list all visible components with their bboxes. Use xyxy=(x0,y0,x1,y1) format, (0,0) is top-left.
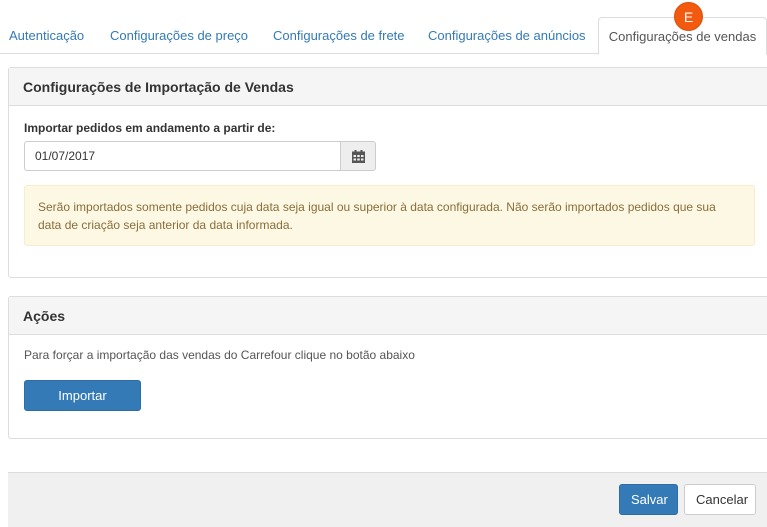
import-settings-panel: Configurações de Importação de Vendas Im… xyxy=(8,67,767,278)
date-label: Importar pedidos em andamento a partir d… xyxy=(24,121,276,135)
actions-panel: Ações Para forçar a importação das venda… xyxy=(8,296,767,439)
tab-autenticacao[interactable]: Autenticação xyxy=(9,17,84,54)
tab-configuracoes-frete[interactable]: Configurações de frete xyxy=(273,17,405,54)
import-warning-alert: Serão importados somente pedidos cuja da… xyxy=(24,185,755,246)
step-badge: E xyxy=(674,2,703,31)
import-sales-button[interactable]: Importar Vendas xyxy=(24,380,141,432)
tab-configuracoes-preco[interactable]: Configurações de preço xyxy=(110,17,248,54)
save-button[interactable]: Salvar xyxy=(619,484,678,515)
tab-configuracoes-anuncios[interactable]: Configurações de anúncios xyxy=(428,17,586,54)
import-settings-heading: Configurações de Importação de Vendas xyxy=(9,68,767,106)
calendar-icon xyxy=(352,150,365,163)
actions-description: Para forçar a importação das vendas do C… xyxy=(24,348,415,362)
calendar-button[interactable] xyxy=(340,141,376,171)
footer-bar: Salvar Cancelar xyxy=(8,472,767,527)
actions-heading: Ações xyxy=(9,297,767,335)
cancel-button[interactable]: Cancelar xyxy=(684,484,756,515)
settings-tabs: Autenticação Configurações de preço Conf… xyxy=(0,0,767,55)
date-input[interactable] xyxy=(24,141,341,171)
